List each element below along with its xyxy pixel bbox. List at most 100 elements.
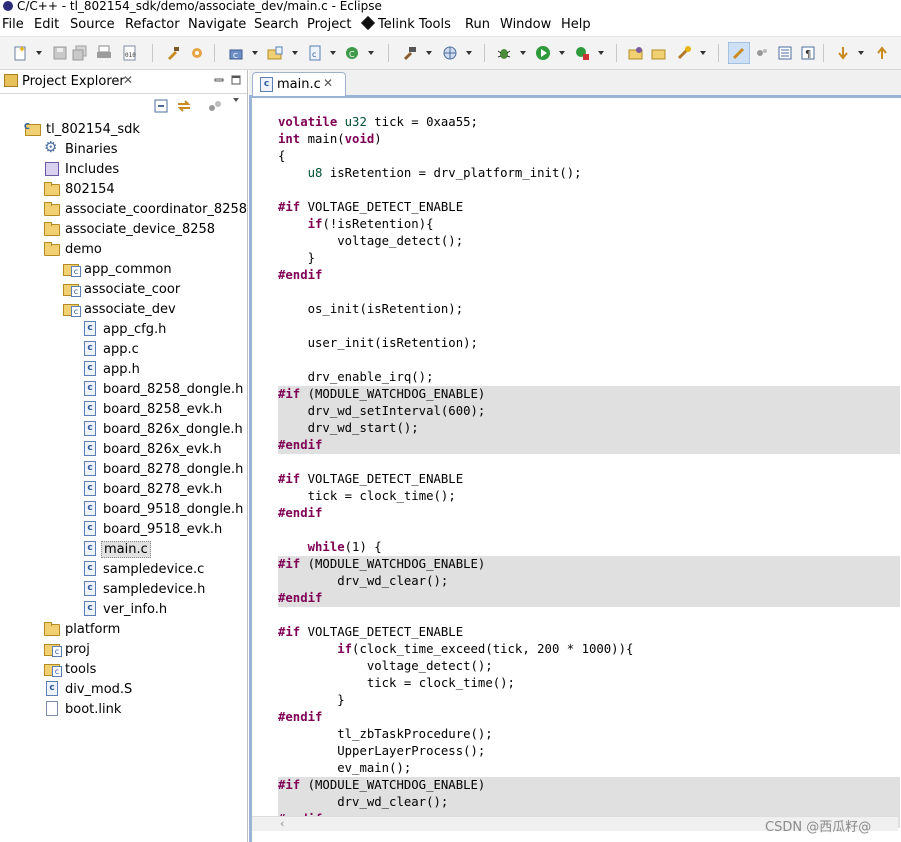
new-class-dropdown-icon[interactable]	[368, 51, 374, 55]
close-icon[interactable]: ✕	[323, 76, 333, 90]
tree-item[interactable]: associate_coordinator_8258	[43, 201, 249, 219]
build-dropdown-icon[interactable]	[426, 51, 432, 55]
tree-item[interactable]: board_8258_evk.h	[81, 401, 224, 419]
tree-item[interactable]: app.c	[81, 341, 141, 359]
binary-file-icon[interactable]: 010	[122, 45, 138, 61]
debug-bug-icon[interactable]	[496, 45, 512, 61]
search-dropdown-icon[interactable]	[466, 51, 472, 55]
tree-item[interactable]: board_8278_dongle.h	[81, 461, 245, 479]
save-all-icon[interactable]	[72, 45, 88, 61]
external-tools-dropdown-icon[interactable]	[598, 51, 604, 55]
toggle-highlight-icon[interactable]	[754, 45, 770, 61]
maximize-icon[interactable]	[231, 75, 241, 85]
tree-item[interactable]: board_826x_evk.h	[81, 441, 224, 459]
tree-item[interactable]: app_common	[62, 261, 174, 279]
code-line: if(!isRetention){	[307, 217, 434, 231]
code-editor[interactable]: volatile u32 tick = 0xaa55; int main(void…	[278, 114, 900, 828]
debug-config-icon[interactable]	[189, 45, 205, 61]
menu-telink-tools[interactable]: Telink Tools	[360, 15, 451, 32]
debug-dropdown-icon[interactable]	[520, 51, 526, 55]
external-tools-icon[interactable]	[574, 45, 590, 61]
link-with-editor-icon[interactable]	[176, 98, 192, 114]
previous-annotation-icon[interactable]	[874, 45, 890, 61]
build-icon[interactable]	[402, 45, 418, 61]
tree-item[interactable]: main.c	[81, 541, 151, 559]
menu-project[interactable]: Project	[307, 17, 351, 32]
code-line: voltage_detect();	[337, 234, 464, 248]
tree-item[interactable]: board_826x_dongle.h	[81, 421, 245, 439]
collapse-all-icon[interactable]	[153, 98, 169, 114]
new-source-file-icon[interactable]: c	[307, 45, 323, 61]
open-type-icon[interactable]	[628, 45, 644, 61]
new-c-project-icon[interactable]: C	[228, 45, 244, 61]
search-globe-icon[interactable]	[442, 45, 458, 61]
show-whitespace-icon[interactable]: ¶	[800, 45, 816, 61]
tree-item[interactable]: Binaries	[43, 138, 119, 159]
open-element-icon[interactable]	[651, 45, 667, 61]
print-icon[interactable]	[96, 45, 112, 61]
c-file-icon: c	[260, 77, 273, 92]
tree-item[interactable]: tl_802154_sdk	[24, 118, 142, 139]
search-file-icon[interactable]	[676, 45, 692, 61]
tree-item[interactable]: sampledevice.h	[81, 581, 207, 599]
new-source-folder-dropdown-icon[interactable]	[292, 51, 298, 55]
filters-icon[interactable]	[207, 98, 223, 114]
tree-item[interactable]: demo	[43, 241, 104, 259]
menu-navigate[interactable]: Navigate	[188, 17, 246, 32]
project-explorer-tab[interactable]: Project Explorer ✕	[0, 70, 247, 94]
run-dropdown-icon[interactable]	[559, 51, 565, 55]
tree-item[interactable]: board_8258_dongle.h	[81, 381, 245, 399]
menu-refactor[interactable]: Refactor	[125, 17, 180, 32]
c-file-icon	[81, 401, 97, 416]
tree-item[interactable]: board_8278_evk.h	[81, 481, 224, 499]
save-icon[interactable]	[52, 45, 68, 61]
menu-file[interactable]: File	[2, 17, 24, 32]
menu-bar: File Edit Source Refactor Navigate Searc…	[0, 14, 901, 37]
watermark: CSDN @西瓜籽@	[765, 820, 872, 835]
tree-item[interactable]: tools	[43, 661, 98, 679]
new-source-folder-icon[interactable]	[267, 45, 283, 61]
tree-item[interactable]: Includes	[43, 161, 121, 179]
new-file-icon[interactable]	[12, 45, 28, 61]
tree-item[interactable]: ver_info.h	[81, 601, 169, 619]
menu-window[interactable]: Window	[500, 17, 551, 32]
next-annotation-dropdown-icon[interactable]	[858, 51, 864, 55]
new-source-file-dropdown-icon[interactable]	[330, 51, 336, 55]
menu-edit[interactable]: Edit	[34, 17, 59, 32]
new-class-icon[interactable]: C	[344, 45, 360, 61]
next-annotation-icon[interactable]	[835, 45, 851, 61]
menu-search[interactable]: Search	[254, 17, 299, 32]
code-line: #endif	[278, 590, 900, 607]
menu-run[interactable]: Run	[465, 17, 490, 32]
code-line: voltage_detect();	[366, 659, 493, 673]
tree-item[interactable]: associate_coor	[62, 281, 182, 299]
tree-item[interactable]: board_9518_evk.h	[81, 521, 224, 539]
tree-item[interactable]: associate_device_8258	[43, 221, 217, 239]
tree-item[interactable]: associate_dev	[62, 301, 178, 319]
tree-item[interactable]: app_cfg.h	[81, 321, 168, 339]
tree-item[interactable]: 802154	[43, 181, 117, 199]
scroll-left-arrow-icon[interactable]: ‹	[280, 817, 284, 830]
close-icon[interactable]: ✕	[123, 73, 133, 87]
tree-item[interactable]: app.h	[81, 361, 142, 379]
mark-occurrences-icon[interactable]	[728, 42, 750, 64]
tree-item[interactable]: platform	[43, 621, 122, 639]
tree-item[interactable]: div_mod.S	[43, 681, 134, 699]
view-menu-icon[interactable]	[233, 98, 239, 102]
tree-item[interactable]: sampledevice.c	[81, 561, 206, 579]
block-selection-icon[interactable]	[777, 45, 793, 61]
minimize-icon[interactable]	[214, 75, 224, 85]
run-icon[interactable]	[535, 45, 551, 61]
tree-item[interactable]: board_9518_dongle.h	[81, 501, 245, 519]
tree-item[interactable]: proj	[43, 641, 92, 659]
menu-source[interactable]: Source	[70, 17, 115, 32]
new-dropdown-icon[interactable]	[36, 51, 42, 55]
menu-help[interactable]: Help	[561, 17, 591, 32]
editor-tab-main-c[interactable]: c main.c ✕	[252, 72, 346, 96]
tree-item[interactable]: boot.link	[43, 701, 123, 719]
search-file-dropdown-icon[interactable]	[700, 51, 706, 55]
tree-item-label: app.c	[103, 342, 139, 357]
new-c-project-dropdown-icon[interactable]	[252, 51, 258, 55]
build-hammer-icon[interactable]	[165, 45, 181, 61]
c-file-icon	[81, 321, 97, 336]
